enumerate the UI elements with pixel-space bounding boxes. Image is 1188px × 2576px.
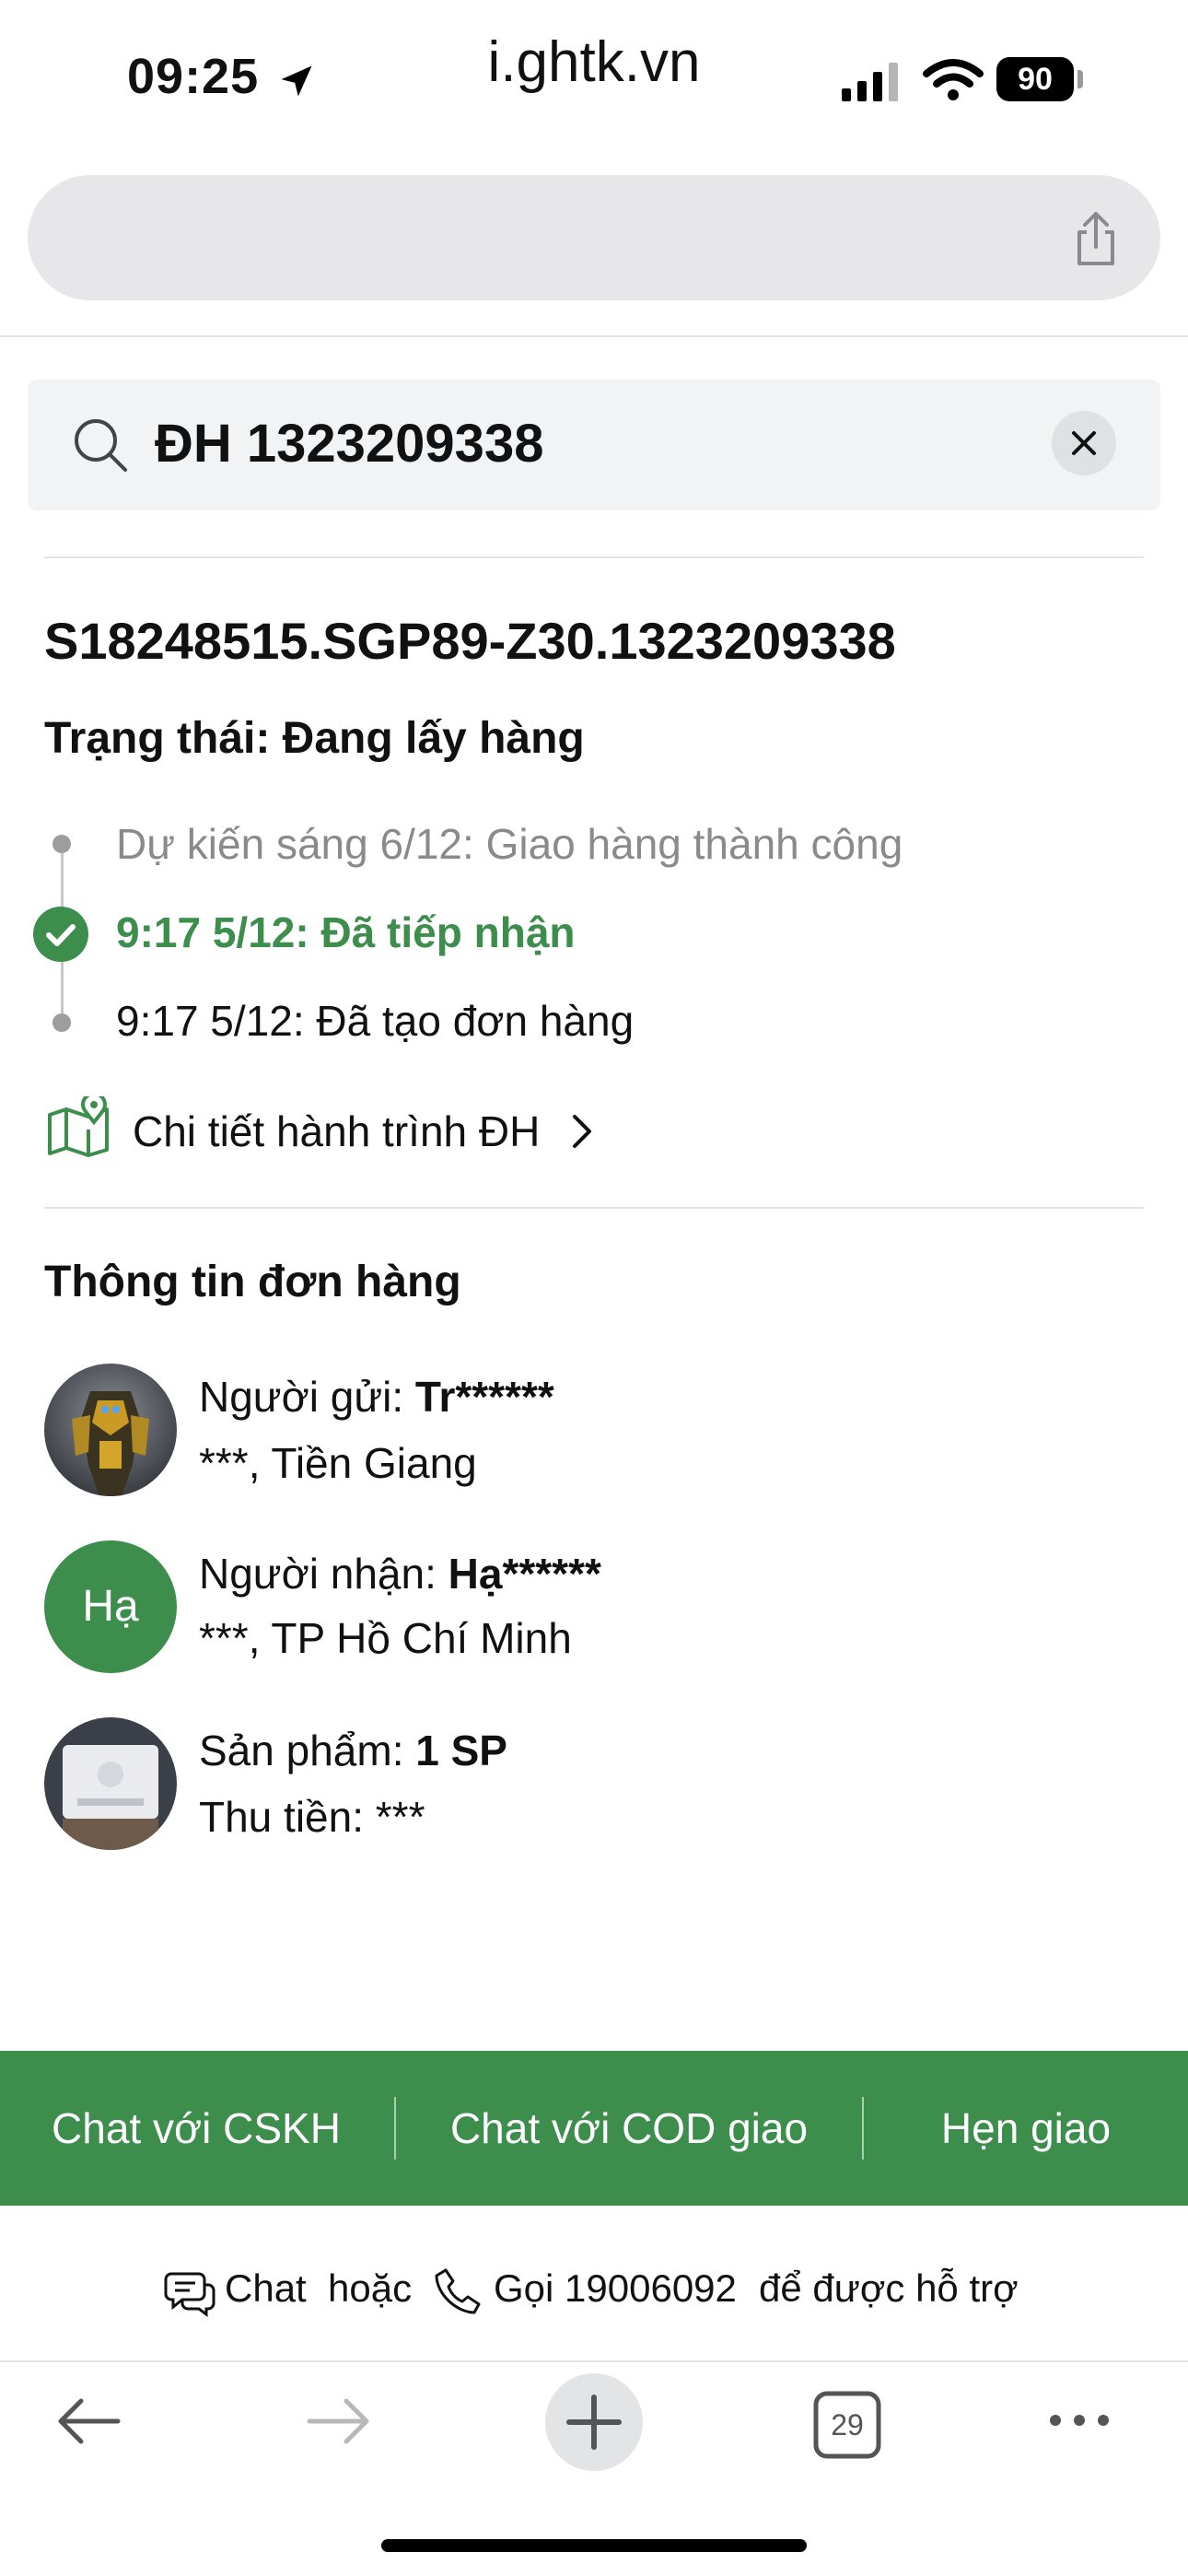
order-status: Trạng thái: Đang lấy hàng [44,714,585,763]
tabs-button[interactable]: 29 [812,2390,882,2460]
support-or-text: hoặc [328,2266,413,2310]
phone-icon[interactable] [433,2266,483,2316]
support-suffix: để được hỗ trợ [759,2266,1019,2310]
sender-avatar [44,1364,177,1496]
sender-line: Người gửi: Tr****** [199,1367,554,1426]
receiver-label: Người nhận: [199,1550,448,1598]
check-circle-icon [33,907,88,962]
new-tab-button[interactable] [545,2373,643,2471]
product-thumbnail [44,1717,177,1850]
support-row: Chat hoặc Gọi 19006092 để được hỗ trợ [0,2255,1188,2322]
support-chat-link[interactable]: Chat [225,2255,307,2322]
sender-label: Người gửi: [199,1373,415,1421]
receiver-avatar: Hạ [44,1540,177,1673]
divider [0,2360,1188,2362]
schedule-delivery-button[interactable]: Hẹn giao [864,2051,1188,2206]
receiver-address: ***, TP Hồ Chí Minh [199,1614,572,1662]
plus-icon [566,2395,622,2450]
product-line: Sản phẩm: 1 SP [199,1721,507,1780]
section-title: Thông tin đơn hàng [44,1258,461,1306]
more-icon[interactable] [1046,2408,1112,2432]
divider [0,335,1188,337]
chat-cod-button[interactable]: Chat với COD giao [396,2051,862,2206]
home-indicator [381,2539,807,2552]
map-pin-icon [48,1096,109,1157]
divider [44,1207,1144,1209]
timeline-dot [52,1013,71,1032]
search-input[interactable]: ĐH 1323209338 [155,405,543,483]
journey-detail-link[interactable]: Chi tiết hành trình ĐH [133,1102,540,1161]
timeline-item-received: 9:17 5/12: Đã tiếp nhận [116,908,576,956]
forward-arrow-icon[interactable] [304,2394,374,2449]
clear-search-button[interactable] [1052,411,1116,475]
close-icon [1072,431,1096,455]
address-bar[interactable] [28,175,1160,300]
chevron-right-icon[interactable] [565,1113,599,1150]
product-label: Sản phẩm: [199,1727,416,1774]
divider [44,556,1144,558]
sender-address: ***, Tiền Giang [199,1439,477,1487]
order-code: S18248515.SGP89-Z30.1323209338 [44,612,896,670]
receiver-line: Người nhận: Hạ****** [199,1544,601,1603]
timeline-item-expected: Dự kiến sáng 6/12: Giao hàng thành công [116,820,903,868]
timeline-dot [52,835,71,853]
product-count: 1 SP [415,1727,507,1774]
tab-count: 29 [831,2408,864,2441]
address-bar-url[interactable]: i.ghtk.vn [0,0,1188,125]
sender-name: Tr****** [414,1373,554,1421]
support-call-link[interactable]: Gọi 19006092 [494,2255,737,2322]
search-icon [75,419,127,472]
chat-cskh-button[interactable]: Chat với CSKH [0,2051,392,2206]
share-icon[interactable] [1066,210,1125,269]
timeline-item-created: 9:17 5/12: Đã tạo đơn hàng [116,997,635,1045]
receiver-name: Hạ****** [448,1550,601,1598]
cod-amount: Thu tiền: *** [199,1793,425,1841]
chat-bubble-icon[interactable] [164,2266,215,2318]
back-arrow-icon[interactable] [53,2394,123,2449]
